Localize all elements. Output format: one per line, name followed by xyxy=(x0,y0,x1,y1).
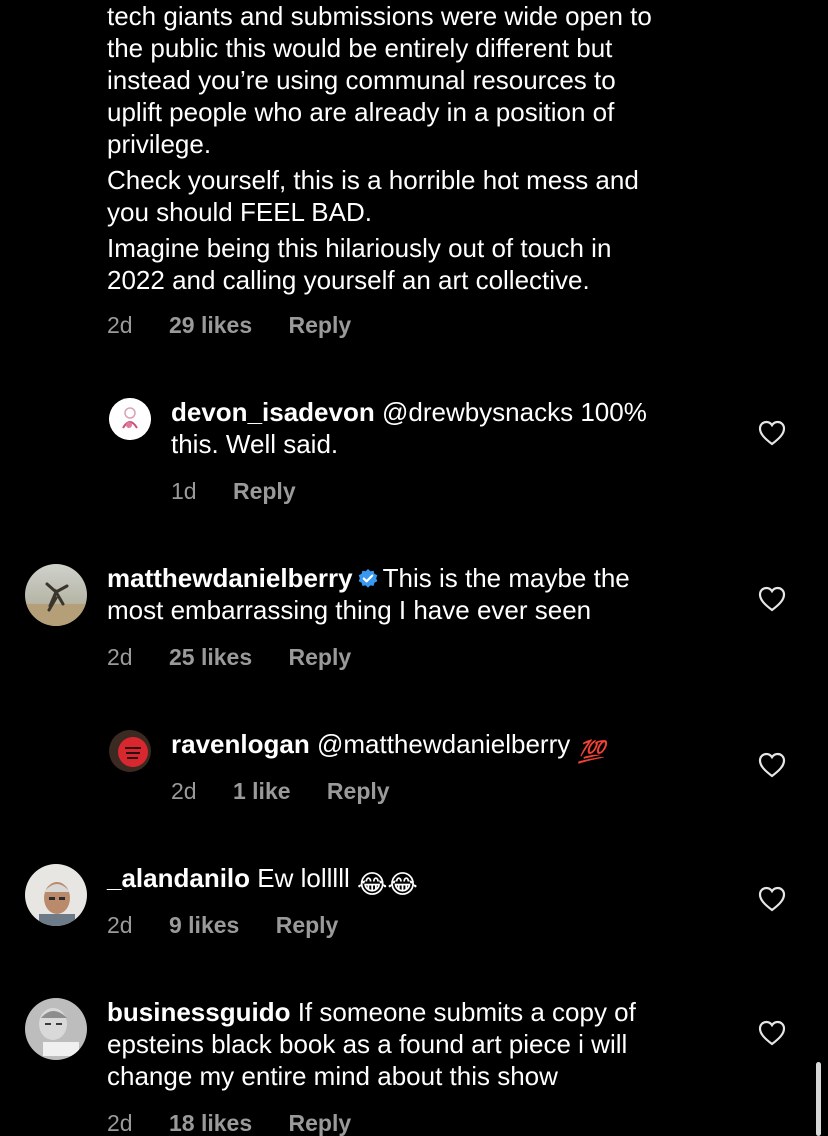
heart-icon[interactable] xyxy=(758,886,786,912)
avatar-guido-icon xyxy=(25,998,87,1060)
comment-text: this. Well said. xyxy=(171,429,339,459)
username[interactable]: matthewdanielberry xyxy=(107,563,353,593)
heart-icon[interactable] xyxy=(758,420,786,446)
reply-button[interactable]: Reply xyxy=(233,478,296,504)
comment-text-line: the public this would be entirely differ… xyxy=(107,33,613,63)
heart-icon[interactable] xyxy=(758,752,786,778)
mention-link[interactable]: @drewbysnacks xyxy=(382,397,573,427)
comment-time: 2d xyxy=(171,778,197,804)
comment-meta: 2d 18 likes Reply xyxy=(107,1110,351,1136)
comment-time: 1d xyxy=(171,478,197,504)
comment-text: Ew lolllll xyxy=(257,863,350,893)
laughing-emoji: 😂😂 xyxy=(356,869,418,899)
avatar[interactable] xyxy=(25,864,87,926)
reply-devon: devon_isadevon @drewbysnacks 100% this. … xyxy=(171,396,647,460)
comment-meta: 2d 25 likes Reply xyxy=(107,644,351,671)
comment-text-line: instead you’re using communal resources … xyxy=(107,65,616,95)
reply-button[interactable]: Reply xyxy=(327,778,390,804)
reply-button[interactable]: Reply xyxy=(276,912,339,938)
comment-guido: businessguido If someone submits a copy … xyxy=(107,996,636,1092)
comment-text-line: privilege. xyxy=(107,129,212,159)
comment-meta: 2d 9 likes Reply xyxy=(107,912,338,939)
avatar[interactable] xyxy=(109,398,151,440)
username[interactable]: businessguido xyxy=(107,997,290,1027)
likes-count[interactable]: 9 likes xyxy=(169,912,239,938)
heart-icon[interactable] xyxy=(758,1020,786,1046)
reply-button[interactable]: Reply xyxy=(289,644,352,670)
avatar-devon-icon xyxy=(109,398,151,440)
comment-meta: 2d 29 likes Reply xyxy=(107,312,351,339)
username[interactable]: devon_isadevon xyxy=(171,397,375,427)
comment-text: If someone submits a copy of xyxy=(297,997,636,1027)
comment-time: 2d xyxy=(107,644,133,670)
verified-badge-icon xyxy=(358,569,377,588)
avatar-matthew-icon xyxy=(25,564,87,626)
comments-screen: tech giants and submissions were wide op… xyxy=(0,0,828,1136)
comment-drewbysnacks: tech giants and submissions were wide op… xyxy=(107,0,652,296)
comment-text: most embarrassing thing I have ever seen xyxy=(107,595,592,625)
username[interactable]: _alandanilo xyxy=(107,863,250,893)
avatar-raven-icon xyxy=(109,730,151,772)
comment-text-line: Imagine being this hilariously out of to… xyxy=(107,233,612,263)
comment-text-line: tech giants and submissions were wide op… xyxy=(107,1,652,31)
avatar[interactable] xyxy=(109,730,151,772)
username[interactable]: ravenlogan xyxy=(171,729,310,759)
reply-button[interactable]: Reply xyxy=(289,1110,352,1136)
comment-alan: _alandanilo Ew lolllll 😂😂 xyxy=(107,862,418,900)
comment-text-line: 2022 and calling yourself an art collect… xyxy=(107,265,590,295)
likes-count[interactable]: 29 likes xyxy=(169,312,252,338)
comment-text-line: you should FEEL BAD. xyxy=(107,197,372,227)
comment-text: This is the maybe the xyxy=(382,563,630,593)
comment-meta: 2d 1 like Reply xyxy=(171,778,390,805)
comment-text: change my entire mind about this show xyxy=(107,1061,558,1091)
avatar[interactable] xyxy=(25,998,87,1060)
comment-time: 2d xyxy=(107,1110,133,1136)
likes-count[interactable]: 1 like xyxy=(233,778,291,804)
comment-text: epsteins black book as a found art piece… xyxy=(107,1029,628,1059)
comment-matthew: matthewdanielberry This is the maybe the… xyxy=(107,562,630,626)
reply-button[interactable]: Reply xyxy=(289,312,352,338)
hundred-points-emoji: 💯 xyxy=(577,739,605,764)
comment-meta: 1d Reply xyxy=(171,478,296,505)
avatar[interactable] xyxy=(25,564,87,626)
avatar-alan-icon xyxy=(25,864,87,926)
comment-time: 2d xyxy=(107,312,133,338)
scrollbar[interactable] xyxy=(816,1062,821,1136)
comment-text: 100% xyxy=(580,397,647,427)
comment-text-line: Check yourself, this is a horrible hot m… xyxy=(107,165,639,195)
reply-raven: ravenlogan @matthewdanielberry 💯 xyxy=(171,728,605,768)
likes-count[interactable]: 18 likes xyxy=(169,1110,252,1136)
comment-time: 2d xyxy=(107,912,133,938)
mention-link[interactable]: @matthewdanielberry xyxy=(317,729,570,759)
heart-icon[interactable] xyxy=(758,586,786,612)
comment-text-line: uplift people who are already in a posit… xyxy=(107,97,615,127)
likes-count[interactable]: 25 likes xyxy=(169,644,252,670)
